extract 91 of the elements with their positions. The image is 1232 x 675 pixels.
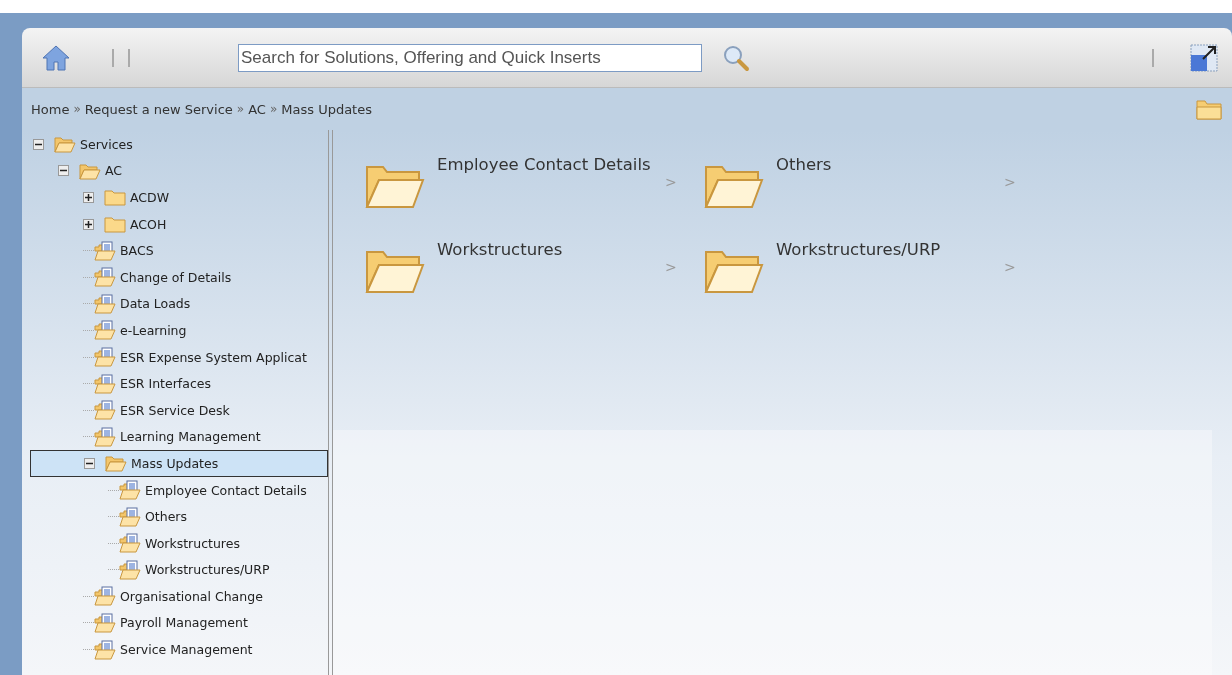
folder-icon [104,188,126,207]
tree-row[interactable]: Services [22,131,328,158]
document-folder-icon [94,639,116,660]
tree-label: BACS [120,243,154,259]
open-folder-icon [54,135,76,154]
tile-label: Workstructures/URP [776,240,941,259]
chevron-icon: > [1004,259,1016,275]
document-folder-icon [94,347,116,368]
tree-label: ACDW [130,190,170,205]
open-folder-icon [365,163,425,209]
document-folder-icon [94,400,116,421]
tile-label: Employee Contact Details [437,155,651,174]
tree-row[interactable]: Service Management [22,636,328,663]
tree-label: Workstructures/URP [145,562,270,578]
tree-label: Organisational Change [120,588,263,604]
tree-label: Services [80,136,133,152]
tree-row[interactable]: Change of Details [22,263,328,291]
expand-toggle[interactable] [83,218,94,230]
folder-tile[interactable]: Employee Contact Details > [365,150,704,235]
folder-icon [104,215,126,234]
home-icon[interactable] [42,43,70,72]
selected-tree-row[interactable]: Mass Updates [30,450,328,477]
breadcrumb-link[interactable]: Home [31,101,70,117]
document-folder-icon [94,426,116,447]
folder-tile[interactable]: Workstructures > [365,235,704,320]
document-folder-icon [119,480,141,500]
open-folder-icon [704,248,764,294]
tree-row[interactable]: ESR Service Desk [22,396,328,424]
tree-label: Change of Details [120,269,232,285]
search-field[interactable]: Search for Solutions, Offering and Quick Inserts [238,43,702,72]
tree-label: Others [145,509,187,525]
tree-label: Workstructures [145,535,240,551]
chevron-icon: > [1004,174,1016,190]
tree-row[interactable]: Organisational Change [22,583,328,610]
chevron-icon: > [665,174,677,190]
tile-label: Workstructures [437,240,563,259]
tree-label: e-Learning [120,322,187,338]
document-folder-icon [94,293,116,314]
tree-label: Data Loads [120,296,191,312]
tree-label: Mass Updates [131,455,219,471]
breadcrumb-separator: » [269,102,278,116]
open-folder-icon [79,161,101,180]
breadcrumb-link[interactable]: Request a new Service [84,101,233,117]
collapse-toggle[interactable] [58,165,69,177]
document-folder-icon [119,533,141,554]
tree-row[interactable]: Workstructures/URP [22,556,328,584]
open-folder-icon [105,454,127,473]
breadcrumb-link[interactable]: AC [248,101,266,117]
tile-label: Others [776,155,832,174]
breadcrumb-separator: » [73,102,81,116]
document-folder-icon [94,267,116,288]
tree-label: Payroll Management [120,615,248,631]
document-folder-icon [94,613,116,633]
tree-label: Learning Management [120,429,261,445]
document-folder-icon [94,240,116,261]
collapse-toggle[interactable] [33,138,44,150]
tree-row[interactable]: ACOH [22,210,328,238]
document-folder-icon [119,559,141,580]
tree-row[interactable]: Others [22,503,328,530]
tree-row[interactable]: AC [22,157,328,185]
tree-row[interactable]: ACDW [22,184,328,211]
tree-row[interactable]: Data Loads [22,290,328,318]
breadcrumb-link[interactable]: Mass Updates [281,101,372,117]
open-folder-icon [704,163,764,209]
tree-row[interactable]: Workstructures [22,529,328,557]
tree-row[interactable]: Learning Management [22,423,328,451]
tree-label: ESR Interfaces [120,376,211,392]
collapse-toggle[interactable] [84,457,95,469]
tree-row[interactable]: BACS [22,237,328,264]
expand-toggle[interactable] [83,192,94,203]
tree-label: ESR Expense System Applicat [120,349,307,365]
tree-row[interactable]: e-Learning [22,317,328,344]
document-folder-icon [94,373,116,394]
document-folder-icon [94,320,116,341]
tree-label: Employee Contact Details [145,482,307,498]
chevron-icon: > [665,259,677,275]
tree-label: Service Management [120,642,253,658]
tree-row[interactable]: Employee Contact Details [22,476,328,504]
document-folder-icon [119,506,141,527]
tree-label: ACOH [130,216,167,232]
maximize-icon[interactable] [1190,43,1218,72]
tree-label: AC [105,163,123,179]
open-folder-icon [365,248,425,294]
document-folder-icon [94,586,116,607]
breadcrumb-separator: » [236,102,245,116]
tree-row[interactable]: ESR Interfaces [22,370,328,397]
tree-row[interactable]: Payroll Management [22,609,328,637]
tree-row[interactable]: ESR Expense System Applicat [22,343,328,371]
tree-label: ESR Service Desk [120,402,230,418]
folder-tile[interactable]: Workstructures/URP > [704,235,1043,320]
folder-tile[interactable]: Others > [704,150,1043,235]
